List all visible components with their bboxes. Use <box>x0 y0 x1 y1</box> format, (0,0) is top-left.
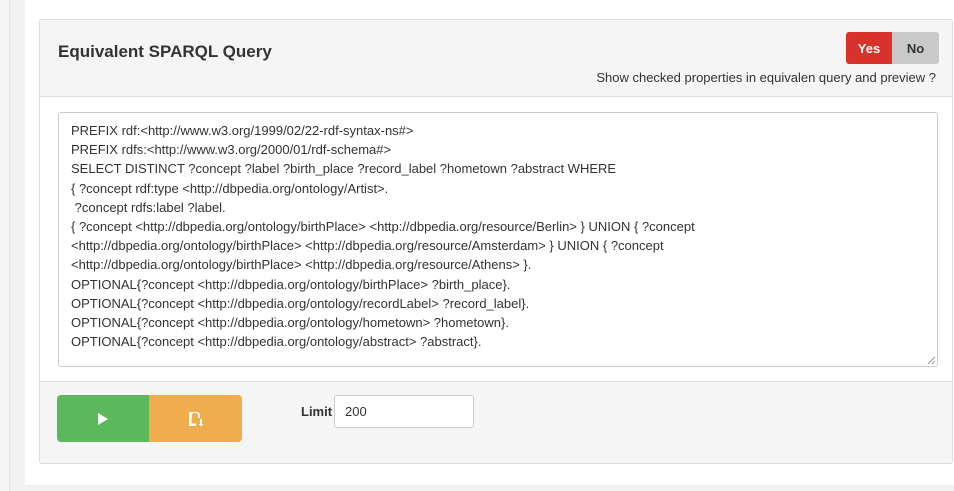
query-line: OPTIONAL{?concept <http://dbpedia.org/on… <box>71 295 530 311</box>
resize-grip-icon[interactable] <box>927 356 936 365</box>
query-line: { ?concept <http://dbpedia.org/ontology/… <box>71 219 695 235</box>
query-line: OPTIONAL{?concept <http://dbpedia.org/on… <box>71 315 509 331</box>
query-text[interactable]: PREFIX rdf:<http://www.w3.org/1999/02/22… <box>59 113 937 351</box>
limit-input[interactable] <box>334 395 474 428</box>
query-line: ?concept rdfs:label ?label. <box>71 199 226 215</box>
query-line: OPTIONAL{?concept <http://dbpedia.org/on… <box>71 334 482 350</box>
query-line: { ?concept rdf:type <http://dbpedia.org/… <box>71 180 389 196</box>
query-line: OPTIONAL{?concept <http://dbpedia.org/on… <box>71 276 511 292</box>
toggle-yes-button[interactable]: Yes <box>846 32 892 64</box>
toggle-caption: Show checked properties in equivalen que… <box>596 70 936 85</box>
save-query-button[interactable] <box>149 395 242 442</box>
panel-title: Equivalent SPARQL Query <box>58 42 272 61</box>
query-line: <http://dbpedia.org/ontology/birthPlace>… <box>71 257 532 273</box>
query-line: PREFIX rdfs:<http://www.w3.org/2000/01/r… <box>71 142 392 158</box>
sparql-panel: Equivalent SPARQL Query Yes No Show chec… <box>39 19 953 464</box>
play-icon <box>98 412 108 425</box>
query-line: PREFIX rdf:<http://www.w3.org/1999/02/22… <box>71 123 414 138</box>
toggle-no-button[interactable]: No <box>892 32 939 64</box>
panel-footer: Limit <box>40 381 952 463</box>
limit-label: Limit <box>301 404 333 419</box>
query-line: SELECT DISTINCT ?concept ?label ?birth_p… <box>71 161 617 177</box>
query-line: <http://dbpedia.org/ontology/birthPlace>… <box>71 238 664 254</box>
sparql-query-textarea[interactable]: PREFIX rdf:<http://www.w3.org/1999/02/22… <box>58 112 938 367</box>
save-icon <box>188 411 203 426</box>
query-action-buttons <box>57 395 242 442</box>
run-query-button[interactable] <box>57 395 149 442</box>
panel-heading: Equivalent SPARQL Query Yes No Show chec… <box>40 20 952 97</box>
left-sidebar-strip <box>0 0 10 491</box>
content-area: Equivalent SPARQL Query Yes No Show chec… <box>25 0 954 485</box>
show-properties-toggle: Yes No <box>846 32 939 64</box>
